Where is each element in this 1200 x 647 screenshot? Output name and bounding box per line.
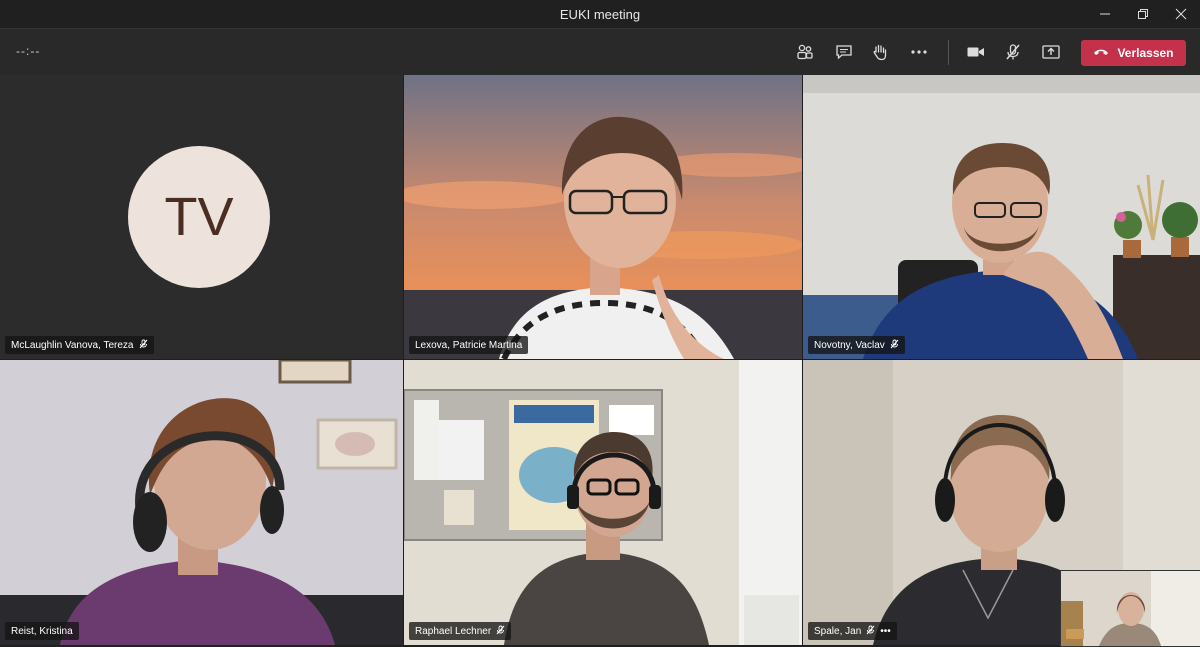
participant-more-options[interactable]: ••• (880, 626, 891, 637)
participant-tile[interactable]: Lexova, Patricie Martina (404, 75, 802, 359)
more-options-icon[interactable] (906, 39, 932, 65)
chat-icon[interactable] (831, 39, 857, 65)
participant-nameplate: Raphael Lechner (409, 622, 512, 640)
window-controls (1086, 0, 1200, 28)
meeting-toolbar: --:-- Verlassen (0, 28, 1200, 75)
restore-icon[interactable] (1124, 0, 1162, 28)
participant-nameplate: Lexova, Patricie Martina (409, 336, 529, 354)
meeting-timer: --:-- (16, 44, 41, 58)
video-grid: TV McLaughlin Vanova, Tereza Lexova, Pat… (0, 75, 1200, 647)
participant-name: Spale, Jan (814, 625, 862, 637)
close-icon[interactable] (1162, 0, 1200, 28)
participant-nameplate: Novotny, Vaclav (808, 336, 905, 354)
participants-icon[interactable] (792, 39, 818, 65)
video-feed (404, 360, 802, 645)
participant-name: Raphael Lechner (415, 625, 492, 637)
toolbar-divider (948, 40, 949, 65)
leave-button[interactable]: Verlassen (1081, 40, 1186, 66)
self-video-feed (1061, 571, 1200, 646)
mic-muted-icon (496, 625, 505, 638)
video-feed (0, 360, 403, 645)
title-bar: EUKI meeting (0, 0, 1200, 28)
window-title: EUKI meeting (559, 6, 641, 22)
participant-name: McLaughlin Vanova, Tereza (11, 339, 134, 351)
participant-tile[interactable]: TV McLaughlin Vanova, Tereza (0, 75, 403, 359)
raise-hand-icon[interactable] (867, 39, 893, 65)
camera-icon[interactable] (963, 39, 989, 65)
participant-nameplate: Spale, Jan ••• (808, 622, 897, 640)
leave-label: Verlassen (1117, 46, 1174, 60)
self-view[interactable] (1060, 570, 1200, 647)
participant-nameplate: McLaughlin Vanova, Tereza (5, 336, 154, 354)
participant-nameplate: Reist, Kristina (5, 622, 79, 640)
participant-tile[interactable]: Novotny, Vaclav (803, 75, 1200, 359)
participant-tile[interactable]: Reist, Kristina (0, 360, 403, 645)
mic-muted-icon[interactable] (1000, 39, 1026, 65)
mic-muted-icon (139, 339, 148, 352)
participant-name: Reist, Kristina (11, 625, 73, 637)
participant-tile[interactable]: Raphael Lechner (404, 360, 802, 645)
mic-muted-icon (890, 339, 899, 352)
avatar-initials: TV (164, 187, 234, 247)
minimize-icon[interactable] (1086, 0, 1124, 28)
hang-up-icon (1093, 46, 1109, 60)
share-screen-icon[interactable] (1038, 39, 1064, 65)
participant-name: Novotny, Vaclav (814, 339, 885, 351)
video-feed (404, 75, 802, 359)
participant-name: Lexova, Patricie Martina (415, 339, 523, 351)
mic-muted-icon (866, 625, 875, 638)
video-feed (803, 75, 1200, 359)
avatar: TV (128, 146, 270, 288)
